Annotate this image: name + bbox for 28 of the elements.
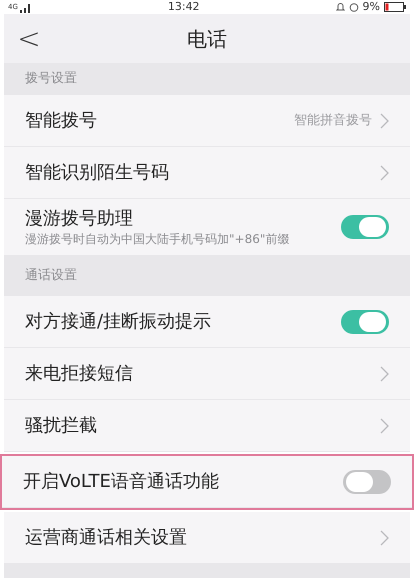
bell-icon <box>336 2 345 12</box>
clock-time: 13:42 <box>168 1 200 13</box>
battery-percent: 9% <box>362 1 380 13</box>
setting-label: 开启VoLTE语音通话功能 <box>23 470 220 494</box>
section-header: 拨号设置 <box>4 63 410 95</box>
chevron-right-icon <box>380 112 389 128</box>
signal-icon <box>20 4 32 13</box>
chevron-right-icon <box>380 530 389 546</box>
page-title: 电话 <box>187 26 227 52</box>
setting-label: 对方接通/挂断振动提示 <box>25 310 212 334</box>
setting-label: 来电拒接短信 <box>25 362 134 386</box>
toggle-switch[interactable] <box>341 215 389 239</box>
toggle-switch[interactable] <box>341 310 389 334</box>
setting-label: 智能识别陌生号码 <box>25 160 170 184</box>
toggle-switch[interactable] <box>343 470 391 494</box>
setting-label: 骚扰拦截 <box>25 414 98 438</box>
setting-description: 漫游拨号时自动为中国大陆手机号码加"+86"前缀 <box>25 231 290 247</box>
chevron-right-icon <box>380 164 389 180</box>
setting-label: 智能拨号 <box>25 108 98 132</box>
back-button[interactable]: < <box>4 14 54 63</box>
section-header: 通话设置 <box>4 256 410 296</box>
setting-label: 运营商通话相关设置 <box>25 526 188 550</box>
setting-label: 漫游拨号助理 <box>25 207 134 231</box>
battery-icon <box>384 2 406 12</box>
chevron-right-icon <box>380 418 389 434</box>
setting-value: 智能拼音拨号 <box>294 112 372 130</box>
alarm-clock-icon <box>348 2 359 12</box>
chevron-right-icon <box>380 366 389 382</box>
